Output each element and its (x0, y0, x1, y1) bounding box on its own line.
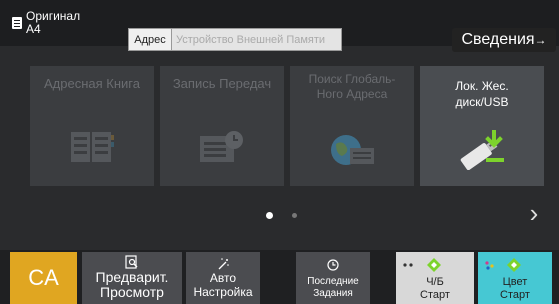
details-label: Сведения (461, 31, 535, 48)
document-icon (12, 17, 22, 29)
transmission-log-icon (200, 131, 243, 162)
top-bar: Оригинал A4 Адрес Устройство Внешней Пам… (0, 0, 559, 52)
preview-line1: Предварит. (95, 269, 169, 285)
color-line2: Старт (500, 289, 530, 301)
original-size: A4 (26, 22, 41, 36)
page-indicator-active (266, 212, 273, 219)
recent-line2: Задания (313, 288, 353, 299)
bw-start-button[interactable]: Ч/Б Старт (396, 252, 474, 304)
tile-label-line1: Поиск Глобаль- (308, 72, 396, 86)
tile-label: Адресная Книга (44, 76, 140, 91)
auto-setting-button[interactable]: Авто Настройка (186, 252, 260, 304)
auto-line1: Авто (209, 271, 237, 285)
magic-wand-icon (218, 258, 229, 270)
tile-label: Лок. Жес. диск/USB (420, 78, 544, 110)
bw-start-icon (403, 258, 441, 272)
preview-line2: Просмотр (100, 284, 164, 300)
tile-local-hdd-usb[interactable]: Лок. Жес. диск/USB (420, 66, 544, 186)
tile-transmission-log: Запись Передач (160, 66, 284, 186)
auto-setting-label: Авто Настройка (186, 271, 260, 299)
page-indicator[interactable] (292, 213, 297, 218)
tile-global-address: Поиск Глобаль- Ного Адреса (290, 66, 414, 186)
color-start-label: Цвет Старт (478, 276, 552, 302)
details-button[interactable]: Сведения→ (452, 28, 556, 52)
color-start-button[interactable]: Цвет Старт (478, 252, 552, 304)
scan-home-screen: Оригинал A4 Адрес Устройство Внешней Пам… (0, 0, 559, 304)
preview-icon (125, 255, 138, 269)
preview-button[interactable]: Предварит. Просмотр (82, 252, 182, 304)
tile-label: Поиск Глобаль- Ного Адреса (290, 72, 414, 102)
chevron-right-icon[interactable]: › (522, 198, 546, 228)
arrow-right-icon: → (534, 33, 547, 47)
tile-label-line2: Ного Адреса (316, 87, 388, 101)
address-book-icon (71, 132, 114, 162)
color-line1: Цвет (502, 276, 528, 288)
auto-line2: Настройка (193, 285, 253, 299)
preview-label: Предварит. Просмотр (82, 270, 182, 300)
usb-download-icon (460, 130, 504, 170)
bw-start-label: Ч/Б Старт (396, 276, 474, 302)
address-label: Адрес (128, 28, 172, 51)
history-icon (327, 259, 339, 271)
clear-all-button[interactable]: CA (10, 252, 77, 304)
tile-label-line2: диск/USB (455, 95, 509, 109)
bw-line1: Ч/Б (426, 276, 444, 288)
tile-label: Запись Передач (172, 76, 272, 91)
color-start-icon (485, 258, 521, 272)
bw-line2: Старт (420, 289, 450, 301)
tile-label-line1: Лок. Жес. (455, 79, 509, 93)
address-field[interactable]: Устройство Внешней Памяти (172, 28, 342, 51)
global-address-icon (331, 135, 374, 165)
tile-address-book: Адресная Книга (30, 66, 154, 186)
recent-line1: Последние (307, 276, 359, 287)
recent-jobs-label: Последние Задания (296, 276, 370, 300)
recent-jobs-button[interactable]: Последние Задания (296, 252, 370, 304)
